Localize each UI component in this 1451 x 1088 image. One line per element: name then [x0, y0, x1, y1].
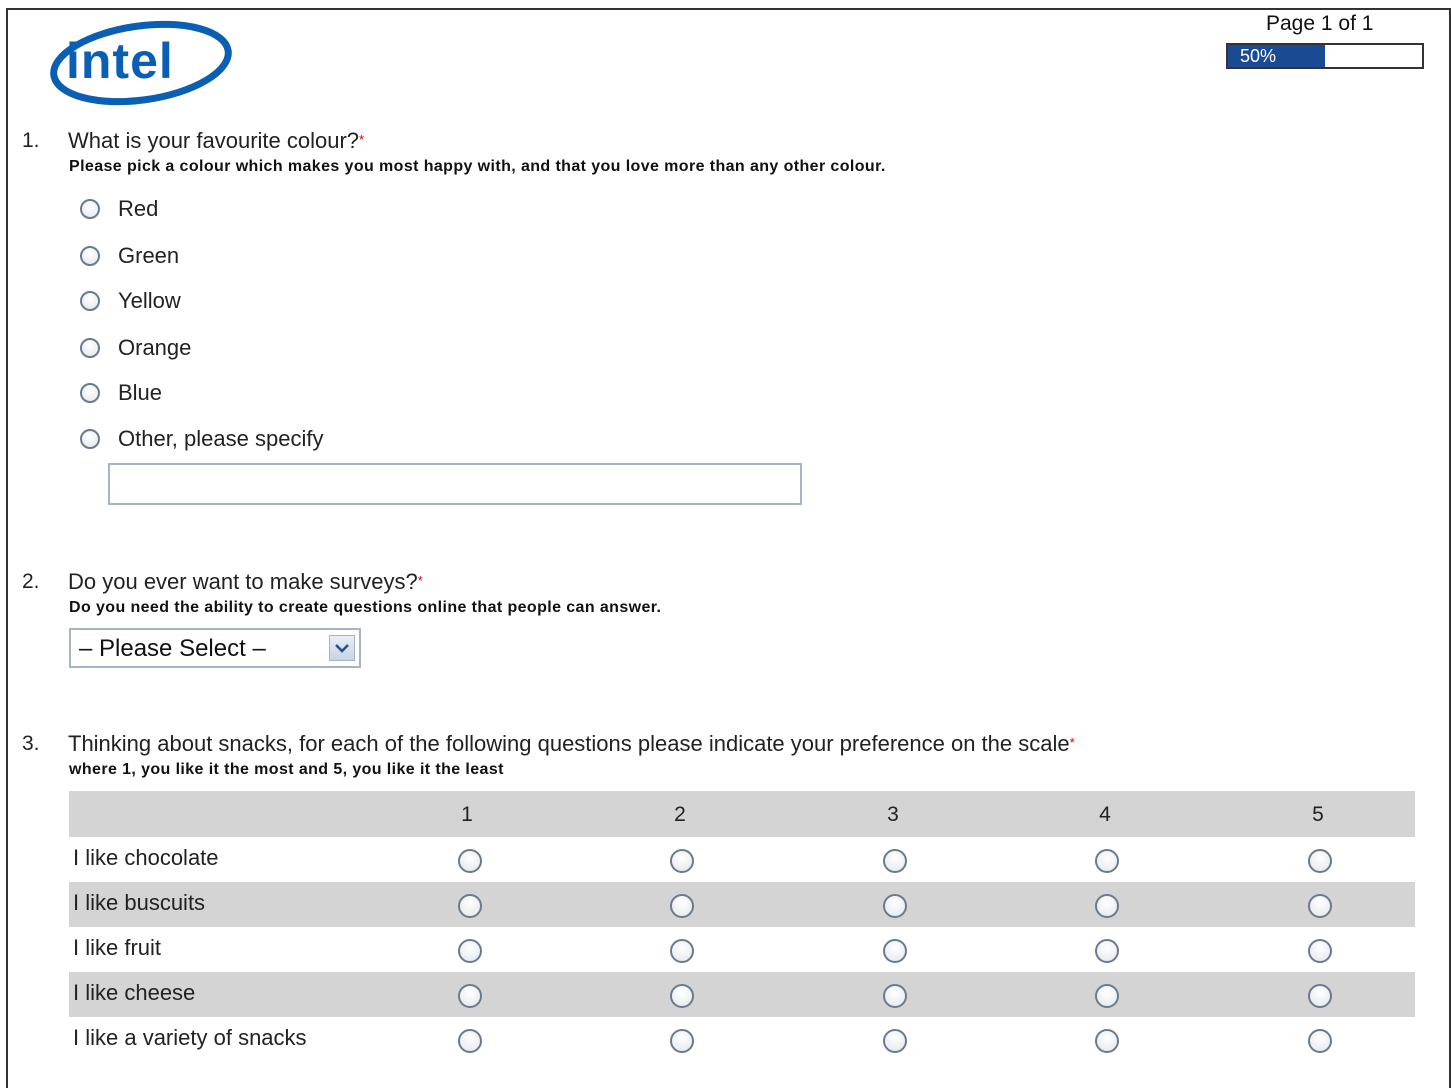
radio-button[interactable] — [883, 849, 907, 873]
radio-button[interactable] — [670, 849, 694, 873]
radio-button[interactable] — [670, 984, 694, 1008]
radio-button[interactable] — [1095, 849, 1119, 873]
option-yellow[interactable]: Yellow — [80, 287, 181, 315]
radio-button[interactable] — [883, 984, 907, 1008]
radio-button[interactable] — [1095, 939, 1119, 963]
radio-button[interactable] — [80, 429, 100, 449]
row-label: I like a variety of snacks — [73, 1025, 307, 1050]
radio-button[interactable] — [80, 338, 100, 358]
matrix-row-chocolate: I like chocolate — [69, 837, 1415, 882]
required-mark: * — [1069, 735, 1075, 750]
row-label: I like cheese — [73, 980, 196, 1005]
column-header: 4 — [1099, 803, 1111, 826]
radio-button[interactable] — [1308, 894, 1332, 918]
question-1-number: 1. — [22, 129, 40, 152]
column-header: 5 — [1312, 803, 1324, 826]
radio-button[interactable] — [670, 1029, 694, 1053]
column-header: 1 — [461, 803, 473, 826]
option-label: Green — [118, 243, 180, 268]
option-green[interactable]: Green — [80, 242, 179, 270]
option-label: Blue — [118, 380, 163, 405]
option-other[interactable]: Other, please specify — [80, 425, 323, 453]
question-2-number: 2. — [22, 570, 40, 593]
progress-label: 50% — [1240, 46, 1277, 66]
chevron-down-icon[interactable] — [329, 635, 355, 661]
option-label: Red — [118, 196, 159, 221]
radio-button[interactable] — [1308, 849, 1332, 873]
row-label: I like buscuits — [73, 890, 206, 915]
radio-button[interactable] — [1308, 984, 1332, 1008]
other-specify-input[interactable] — [108, 463, 802, 505]
progress-bar: 50% — [1226, 43, 1424, 69]
column-header: 2 — [674, 803, 686, 826]
logo-text: intel — [66, 33, 174, 89]
required-mark: * — [417, 573, 423, 588]
radio-button[interactable] — [458, 984, 482, 1008]
question-1-help: Please pick a colour which makes you mos… — [69, 158, 886, 175]
question-2-text: Do you ever want to make surveys?* — [68, 569, 423, 594]
matrix-row-variety: I like a variety of snacks — [69, 1017, 1415, 1062]
radio-button[interactable] — [883, 1029, 907, 1053]
option-red[interactable]: Red — [80, 195, 158, 223]
question-1-text: What is your favourite colour?* — [68, 128, 365, 153]
option-label: Yellow — [118, 288, 181, 313]
rating-matrix: 1 2 3 4 5 I like chocolate I like buscui… — [69, 791, 1415, 1062]
required-mark: * — [359, 132, 365, 147]
column-header: 3 — [887, 803, 899, 826]
radio-button[interactable] — [1095, 1029, 1119, 1053]
matrix-row-cheese: I like cheese — [69, 972, 1415, 1017]
option-label: Other, please specify — [118, 426, 324, 451]
option-blue[interactable]: Blue — [80, 379, 162, 407]
option-label: Orange — [118, 335, 192, 360]
radio-button[interactable] — [670, 939, 694, 963]
radio-button[interactable] — [883, 894, 907, 918]
radio-button[interactable] — [458, 894, 482, 918]
radio-button[interactable] — [80, 291, 100, 311]
radio-button[interactable] — [80, 246, 100, 266]
question-2-help: Do you need the ability to create questi… — [69, 599, 662, 616]
radio-button[interactable] — [458, 849, 482, 873]
survey-select-dropdown[interactable]: – Please Select – — [69, 628, 361, 668]
row-label: I like fruit — [73, 935, 162, 960]
page-indicator: Page 1 of 1 — [1266, 12, 1374, 35]
matrix-row-buscuits: I like buscuits — [69, 882, 1415, 927]
option-orange[interactable]: Orange — [80, 334, 191, 362]
select-value: – Please Select – — [79, 635, 266, 662]
radio-button[interactable] — [80, 383, 100, 403]
radio-button[interactable] — [670, 894, 694, 918]
matrix-header: 1 2 3 4 5 — [69, 791, 1415, 837]
radio-button[interactable] — [1095, 984, 1119, 1008]
radio-button[interactable] — [1308, 1029, 1332, 1053]
radio-button[interactable] — [1095, 894, 1119, 918]
radio-button[interactable] — [458, 1029, 482, 1053]
row-label: I like chocolate — [73, 845, 219, 870]
question-3-text: Thinking about snacks, for each of the f… — [68, 731, 1075, 756]
radio-button[interactable] — [1308, 939, 1332, 963]
intel-logo: intel — [48, 20, 234, 106]
matrix-row-fruit: I like fruit — [69, 927, 1415, 972]
radio-button[interactable] — [458, 939, 482, 963]
radio-button[interactable] — [883, 939, 907, 963]
question-3-number: 3. — [22, 732, 40, 755]
radio-button[interactable] — [80, 199, 100, 219]
question-3-help: where 1, you like it the most and 5, you… — [69, 761, 504, 778]
